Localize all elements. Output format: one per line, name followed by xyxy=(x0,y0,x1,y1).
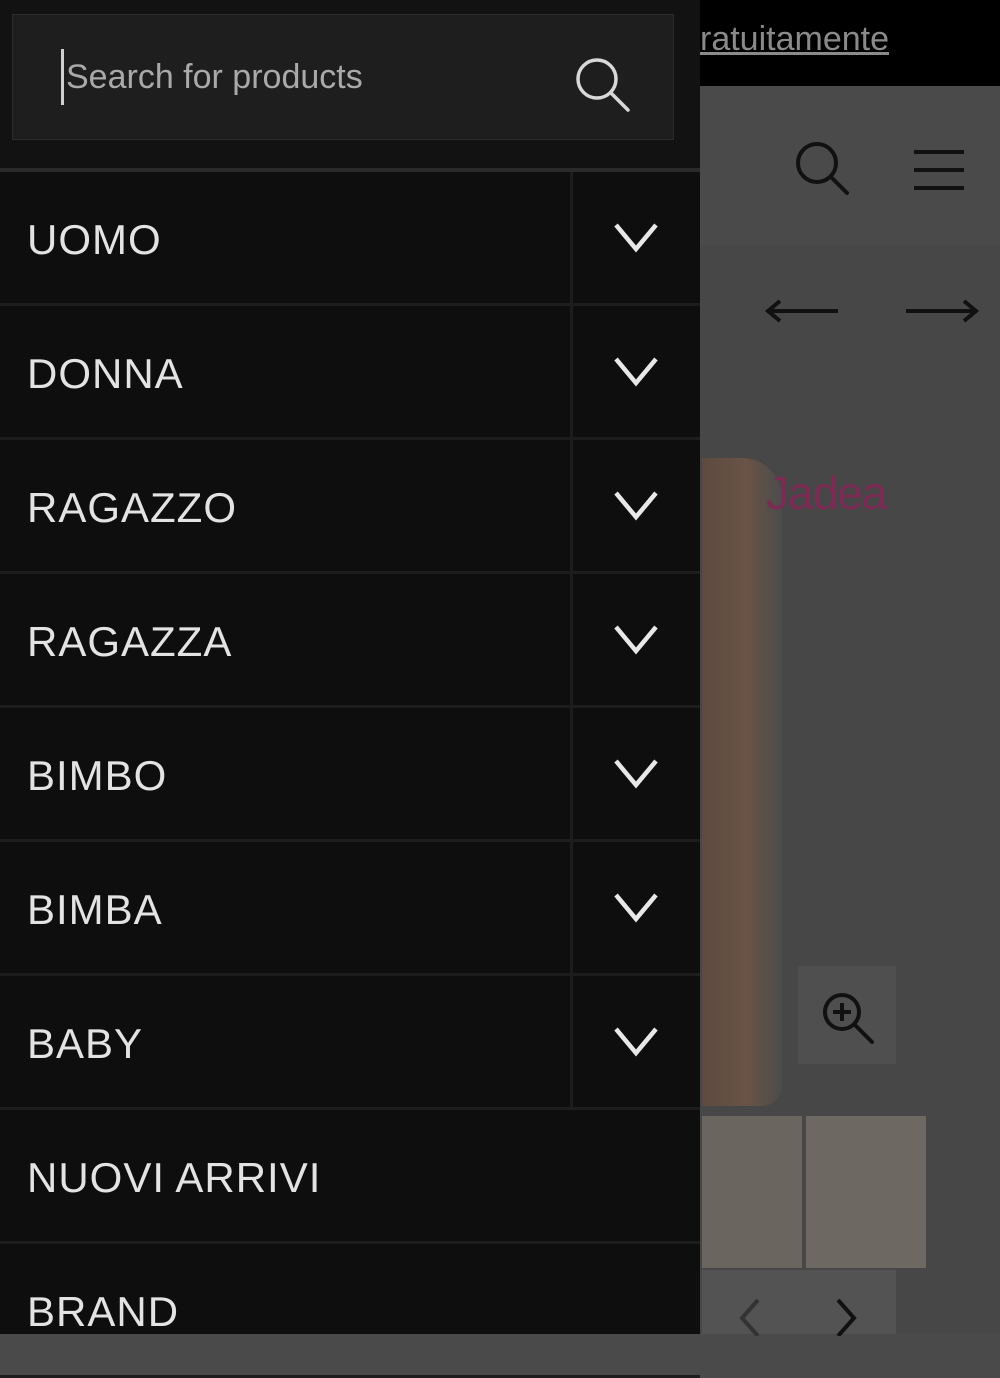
menu-item-label: UOMO xyxy=(27,216,162,263)
menu-item-label: NUOVI ARRIVI xyxy=(27,1154,322,1201)
menu-item-label: BABY xyxy=(27,1020,144,1067)
expand-toggle[interactable] xyxy=(570,172,700,303)
zoom-in-icon xyxy=(820,990,876,1051)
menu-item-label: BIMBA xyxy=(27,886,163,933)
expand-toggle[interactable] xyxy=(570,440,700,571)
search-icon[interactable] xyxy=(792,138,852,203)
expand-toggle[interactable] xyxy=(570,842,700,973)
drawer-search-section xyxy=(0,0,700,172)
menu-item-uomo[interactable]: UOMO xyxy=(0,172,700,306)
navigation-drawer: UOMO DONNA RAGAZZO RAGAZZA BIMBO BIMBA BABY NUO… xyxy=(0,0,700,1378)
chevron-left-icon[interactable] xyxy=(736,1296,762,1341)
brand-logo: Jadea xyxy=(766,467,887,519)
chevron-right-icon[interactable] xyxy=(834,1296,860,1341)
product-thumbnail[interactable] xyxy=(702,1116,802,1268)
menu-item-nuovi-arrivi[interactable]: NUOVI ARRIVI xyxy=(0,1110,700,1244)
arrow-right-icon[interactable] xyxy=(904,296,980,331)
menu-item-baby[interactable]: BABY xyxy=(0,976,700,1110)
menu-item-label: RAGAZZA xyxy=(27,618,233,665)
expand-toggle[interactable] xyxy=(570,574,700,705)
menu-item-label: BIMBO xyxy=(27,752,168,799)
category-menu: UOMO DONNA RAGAZZO RAGAZZA BIMBO BIMBA BABY NUO… xyxy=(0,172,700,1378)
zoom-button[interactable] xyxy=(798,966,896,1064)
search-box xyxy=(12,14,674,140)
search-input[interactable] xyxy=(61,49,546,105)
menu-item-label: BRAND xyxy=(27,1288,180,1335)
expand-toggle[interactable] xyxy=(570,306,700,437)
search-icon[interactable] xyxy=(573,55,649,125)
product-thumbnail[interactable] xyxy=(806,1116,926,1268)
expand-toggle[interactable] xyxy=(570,708,700,839)
promo-link[interactable]: ratuitamente xyxy=(700,20,889,59)
menu-item-label: DONNA xyxy=(27,350,184,397)
menu-item-ragazzo[interactable]: RAGAZZO xyxy=(0,440,700,574)
menu-item-brand[interactable]: BRAND xyxy=(0,1244,700,1378)
hamburger-menu-icon[interactable] xyxy=(912,148,966,197)
product-image[interactable] xyxy=(702,458,782,1106)
menu-item-ragazza[interactable]: RAGAZZA xyxy=(0,574,700,708)
menu-item-bimbo[interactable]: BIMBO xyxy=(0,708,700,842)
menu-item-donna[interactable]: DONNA xyxy=(0,306,700,440)
arrow-left-icon[interactable] xyxy=(764,296,840,331)
menu-item-label: RAGAZZO xyxy=(27,484,238,531)
expand-toggle[interactable] xyxy=(570,976,700,1107)
menu-item-bimba[interactable]: BIMBA xyxy=(0,842,700,976)
thumbnail-nav xyxy=(702,1270,896,1338)
